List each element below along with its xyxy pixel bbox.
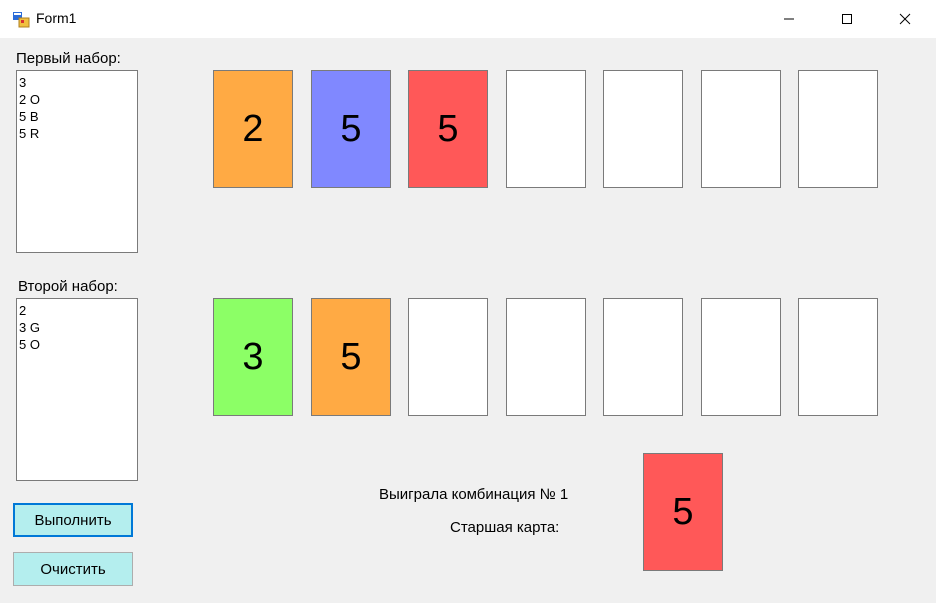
minimize-button[interactable] (760, 0, 818, 38)
app-icon (13, 12, 30, 28)
second-set-line: 5 O (19, 337, 40, 352)
row2-card (506, 298, 586, 416)
row1-card (506, 70, 586, 188)
second-set-textbox[interactable]: 2 3 G 5 O (16, 298, 138, 481)
high-card: 5 (643, 453, 723, 571)
first-set-line: 2 O (19, 92, 40, 107)
row1-card (701, 70, 781, 188)
first-set-line: 5 B (19, 109, 39, 124)
row1-card: 2 (213, 70, 293, 188)
second-set-line: 2 (19, 303, 27, 318)
row2-card (603, 298, 683, 416)
second-set-line: 3 G (19, 320, 40, 335)
row2-card (798, 298, 878, 416)
first-set-textbox[interactable]: 3 2 O 5 B 5 R (16, 70, 138, 253)
first-set-line: 5 R (19, 126, 40, 141)
high-card-label: Старшая карта: (450, 519, 560, 536)
row2-card (408, 298, 488, 416)
row2-card: 3 (213, 298, 293, 416)
execute-button[interactable]: Выполнить (13, 503, 133, 537)
first-set-line: 3 (19, 75, 27, 90)
second-set-label: Второй набор: (18, 278, 118, 295)
close-icon (899, 13, 911, 25)
row1-card (603, 70, 683, 188)
first-set-label: Первый набор: (16, 50, 121, 67)
row1-card: 5 (408, 70, 488, 188)
clear-button[interactable]: Очистить (13, 552, 133, 586)
row1-card (798, 70, 878, 188)
row2-card: 5 (311, 298, 391, 416)
row2-card (701, 298, 781, 416)
minimize-icon (784, 18, 794, 20)
window-title: Form1 (36, 10, 77, 26)
close-button[interactable] (876, 0, 934, 38)
title-bar: Form1 (0, 0, 936, 38)
maximize-button[interactable] (818, 0, 876, 38)
winner-label: Выиграла комбинация № 1 (379, 486, 569, 503)
maximize-icon (842, 14, 852, 24)
row1-card: 5 (311, 70, 391, 188)
